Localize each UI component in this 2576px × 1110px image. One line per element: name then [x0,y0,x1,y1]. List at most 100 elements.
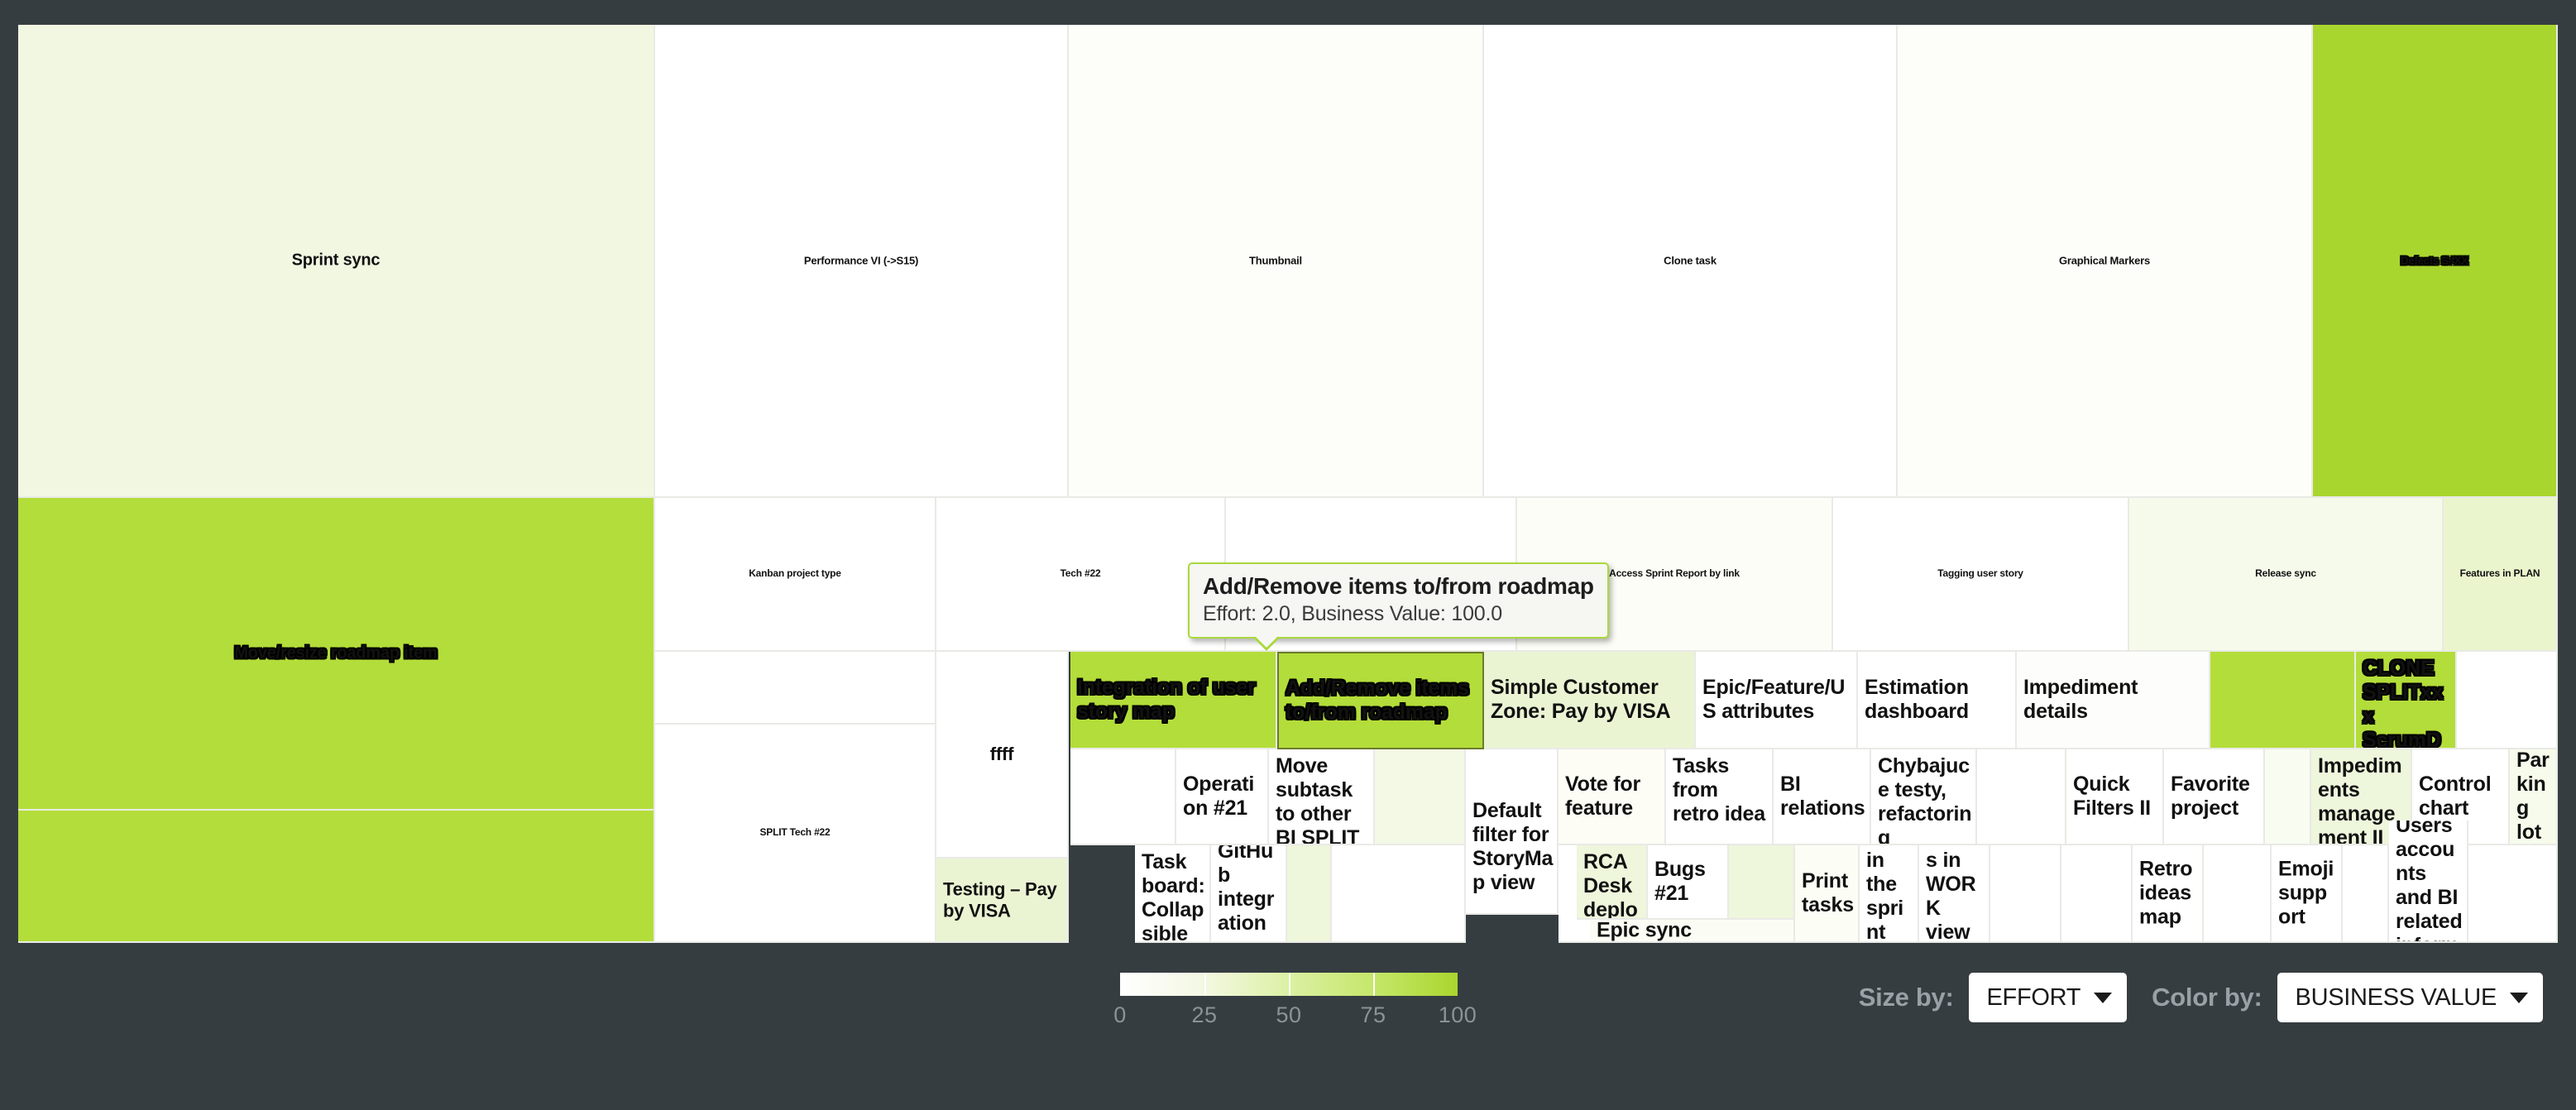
treemap-cell-label: Task board: Collapsible rows [1142,850,1205,943]
treemap-cell[interactable] [18,811,655,943]
treemap-cell[interactable]: Performance VI (->S15) [655,25,1069,498]
treemap-cell[interactable]: Sprint details in WORK view [1919,845,1990,943]
color-legend-tick: 100 [1438,1002,1477,1027]
treemap-cell-label: Graphical Markers [2058,254,2151,267]
treemap-cell[interactable]: Bugs #21 [1648,845,1729,920]
treemap-cell-label: Default filter for StoryMap view [1472,799,1554,894]
treemap-cell-label: Sprint sync [291,251,381,270]
treemap-cell[interactable] [2061,845,2133,943]
treemap-cell[interactable]: Days left in the sprint [1860,845,1919,943]
treemap-cell[interactable]: Clone task [1484,25,1898,498]
treemap-cell-label: Retro ideas map [2139,857,2193,929]
treemap-cell[interactable]: Tagging user story [1833,498,2129,652]
size-by-label: Size by: [1858,983,1954,1012]
treemap-cell[interactable] [1332,845,1466,943]
treemap-cell[interactable] [1990,845,2061,943]
treemap-cell[interactable] [2204,845,2272,943]
treemap-cell[interactable] [2210,652,2356,749]
treemap-cell-label: Epic/Feature/US attributes [1702,676,1846,723]
treemap-cell[interactable]: Tasks from retro idea [1666,749,1774,845]
treemap-cell[interactable]: Thumbnail [1069,25,1484,498]
treemap-cell[interactable]: Release sync [2129,498,2444,652]
treemap-cell[interactable]: Print tasks [1795,845,1860,943]
treemap-cell-label: Add/Remove items to/from roadmap [1286,677,1469,724]
treemap-cell[interactable]: Integration of user story map [1070,652,1277,749]
treemap-cell[interactable]: SPLIT GitHub integration – Commits [1211,845,1287,943]
treemap-cell[interactable]: Users accounts and BI related informatio… [2389,821,2468,943]
treemap-cell[interactable]: Add/Remove items to/from roadmap [1277,652,1484,749]
treemap-cell-label: Defects S#XX [2401,254,2468,267]
size-by-value: EFFORT [1986,983,2081,1011]
treemap-cell[interactable]: RCA Desk deploy [1577,845,1648,920]
color-legend-tick: 25 [1191,1002,1218,1027]
treemap-cell-label: Tech #22 [1060,567,1101,580]
treemap-cell[interactable]: Operation #21 [1176,749,1269,845]
treemap-cell-label: Features in PLAN [2459,567,2540,580]
treemap-app: Sprint sync Performance VI (->S15) Thumbna… [0,0,2576,1110]
treemap-cell[interactable]: Features in PLAN [2444,498,2558,652]
color-by-select[interactable]: BUSINESS VALUE [2277,973,2543,1022]
treemap-cell[interactable]: Epic sync [1590,920,1795,943]
treemap-cell[interactable] [1729,845,1795,920]
treemap-cell[interactable]: Task board: Collapsible rows [1135,845,1211,943]
treemap-cell-label: Days left in the sprint [1866,845,1913,943]
treemap-cell[interactable]: Emoji support [2272,845,2343,943]
treemap-cell[interactable] [2265,749,2311,845]
size-by-select[interactable]: EFFORT [1968,973,2128,1022]
treemap-cell[interactable] [2468,845,2558,943]
treemap-cell-label: SPLIT Tech #22 [759,826,831,839]
treemap-cell[interactable]: Retro ideas map [2133,845,2204,943]
treemap-controls: Size by: EFFORT Color by: BUSINESS VALUE [1859,973,2543,1022]
treemap-cell-label: BI relations [1780,773,1865,820]
tooltip-arrow-inner-icon [1255,636,1278,648]
treemap-cell[interactable] [2457,652,2558,749]
treemap-cell-label: Testing – Pay by VISA [943,878,1057,921]
treemap-cell[interactable] [1287,845,1332,943]
color-legend-tick: 50 [1276,1002,1302,1027]
treemap-canvas[interactable]: Sprint sync Performance VI (->S15) Thumbna… [18,25,2558,943]
treemap-cell[interactable]: Estimation dashboard [1858,652,2017,749]
treemap-cell[interactable]: Parking lot [2510,749,2558,845]
treemap-cell[interactable] [2343,845,2389,943]
treemap-cell[interactable]: Move subtask to other BI SPLIT [1269,749,1375,845]
treemap-cell-label: Epic sync [1597,920,1692,942]
treemap-cell[interactable]: Sprint sync [18,25,655,498]
treemap-cell[interactable]: Defects S#XX [2313,25,2558,498]
treemap-cell[interactable]: Testing – Pay by VISA [936,859,1069,943]
treemap-cell[interactable]: Quick Filters II [2066,749,2164,845]
treemap-cell[interactable] [1977,749,2066,845]
treemap-cell[interactable]: Epic/Feature/US attributes [1696,652,1858,749]
treemap-cell-label: Favorite project [2171,773,2250,820]
treemap-cell-label: Control chart [2419,773,2492,820]
treemap-cell-label: Quick Filters II [2073,773,2151,820]
treemap-cell[interactable]: Vote for feature [1559,749,1666,845]
treemap-cell[interactable]: Tech #22 [936,498,1226,652]
treemap-cell-label: Users accounts and BI related informatio… [2396,821,2463,941]
treemap-cell[interactable]: Default filter for StoryMap view [1466,749,1559,915]
treemap-cell[interactable] [655,652,936,725]
treemap-cell[interactable]: CLONE SPLITxxx ScrumDesk@Hand (2) [2356,652,2457,749]
treemap-cell[interactable]: ffff [936,652,1069,859]
treemap-cell[interactable]: Kanban project type [655,498,936,652]
treemap-cell[interactable]: Simple Customer Zone: Pay by VISA [1484,652,1696,749]
treemap-cell[interactable]: Favorite project [2164,749,2265,845]
treemap-cell[interactable]: Impediment details [2017,652,2210,749]
treemap-cell-label: Emoji support [2278,857,2334,929]
treemap-cell[interactable] [1375,749,1466,845]
color-legend-tick: 0 [1113,1002,1127,1027]
treemap-cell-label: Move subtask to other BI SPLIT [1276,754,1360,845]
treemap-cell[interactable]: Move/resize roadmap item [18,498,655,811]
treemap-cell[interactable]: Graphical Markers [1898,25,2313,498]
chevron-down-icon [2510,992,2528,1003]
treemap-cell[interactable]: BI relations [1774,749,1871,845]
treemap-cell-label: Thumbnail [1249,254,1302,267]
treemap-cell[interactable] [1070,749,1176,845]
treemap-cell-label: Move/resize roadmap item [234,644,438,663]
treemap-cell-label: Performance VI (->S15) [803,254,919,267]
treemap-tooltip: Add/Remove items to/from roadmap Effort:… [1188,562,1609,652]
treemap-cell[interactable]: SPLIT Tech #22 [655,725,936,943]
treemap-cell[interactable]: Chybajuce testy, refactoring [1871,749,1977,845]
color-legend-ticks: 0 25 50 75 100 [1113,1002,1477,1031]
treemap-cell-label: Sprint details in WORK view [1926,845,1979,943]
treemap-cell-label: Integration of user story map [1077,676,1256,723]
